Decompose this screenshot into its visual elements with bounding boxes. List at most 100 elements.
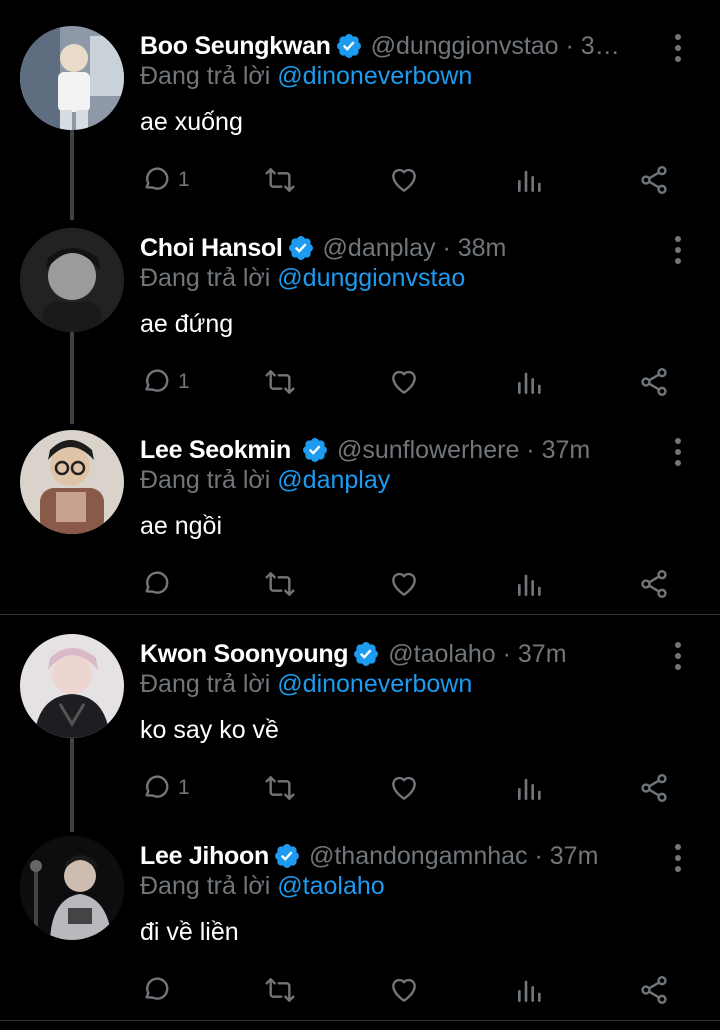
tweet-header: Choi Hansol @danplay · 38m xyxy=(140,230,660,266)
action-bar: 1 xyxy=(140,160,680,200)
tweet-text: đi về liền xyxy=(140,918,239,946)
author-name[interactable]: Lee Jihoon xyxy=(140,842,269,871)
replying-to: Đang trả lời @dinoneverbown xyxy=(140,62,472,91)
tweet[interactable]: Choi Hansol @danplay · 38m Đang trả lời … xyxy=(0,228,720,424)
tweet-header: Boo Seungkwan @dunggionvstao · 3… xyxy=(140,28,660,64)
reply-icon xyxy=(145,977,169,1000)
retweet-icon xyxy=(265,572,295,596)
more-icon[interactable] xyxy=(668,436,688,468)
author-handle[interactable]: @taolaho · 37m xyxy=(388,640,566,669)
mention-link[interactable]: @dinoneverbown xyxy=(277,670,472,698)
views-icon xyxy=(518,778,541,800)
mention-link[interactable]: @taolaho xyxy=(277,872,384,900)
author-name[interactable]: Lee Seokmin xyxy=(140,436,291,465)
avatar[interactable] xyxy=(20,634,124,738)
share-button[interactable] xyxy=(638,362,670,402)
tweet-text: ae xuống xyxy=(140,108,243,136)
author-handle[interactable]: @sunflowerhere · 37m xyxy=(337,436,590,465)
replying-to: Đang trả lời @dunggionvstao xyxy=(140,264,465,293)
retweet-icon xyxy=(265,370,295,394)
tweet-header: Lee Seokmin @sunflowerhere · 37m xyxy=(140,432,660,468)
retweet-button[interactable] xyxy=(264,970,302,1010)
replying-to: Đang trả lời @taolaho xyxy=(140,872,385,901)
like-button[interactable] xyxy=(388,160,426,200)
more-icon[interactable] xyxy=(668,842,688,874)
share-icon xyxy=(641,976,667,1004)
views-button[interactable] xyxy=(514,768,546,808)
retweet-button[interactable] xyxy=(264,768,302,808)
replying-prefix: Đang trả lời xyxy=(140,670,278,698)
mention-link[interactable]: @danplay xyxy=(277,466,390,494)
divider xyxy=(0,614,720,615)
like-button[interactable] xyxy=(388,768,426,808)
action-bar: 1 xyxy=(140,768,680,808)
reply-count: 1 xyxy=(178,168,190,191)
views-button[interactable] xyxy=(514,160,546,200)
author-handle[interactable]: @thandongamnhac · 37m xyxy=(309,842,598,871)
avatar[interactable] xyxy=(20,228,124,332)
share-button[interactable] xyxy=(638,564,670,604)
views-icon xyxy=(518,574,541,596)
tweet[interactable]: Lee Jihoon @thandongamnhac · 37m Đang tr… xyxy=(0,836,720,1026)
tweet-header: Lee Jihoon @thandongamnhac · 37m xyxy=(140,838,660,874)
share-button[interactable] xyxy=(638,768,670,808)
verified-badge-icon xyxy=(288,236,313,260)
reply-button[interactable]: 1 xyxy=(140,768,190,808)
share-button[interactable] xyxy=(638,160,670,200)
reply-button[interactable]: 1 xyxy=(140,362,190,402)
avatar[interactable] xyxy=(20,836,124,940)
thread-line xyxy=(70,130,74,220)
author-handle[interactable]: @danplay · 38m xyxy=(323,234,507,263)
reply-button[interactable] xyxy=(140,970,178,1010)
reply-button[interactable]: 1 xyxy=(140,160,190,200)
avatar[interactable] xyxy=(20,430,124,534)
author-name[interactable]: Choi Hansol xyxy=(140,234,283,263)
replying-prefix: Đang trả lời xyxy=(140,466,278,494)
action-bar xyxy=(140,564,680,604)
thread-line xyxy=(70,332,74,424)
replying-to: Đang trả lời @danplay xyxy=(140,466,390,495)
more-icon[interactable] xyxy=(668,234,688,266)
retweet-button[interactable] xyxy=(264,160,302,200)
reply-button[interactable] xyxy=(140,564,178,604)
views-icon xyxy=(518,980,541,1002)
divider xyxy=(0,1020,720,1021)
mention-link[interactable]: @dinoneverbown xyxy=(277,62,472,90)
retweet-icon xyxy=(265,978,295,1002)
retweet-icon xyxy=(265,168,295,192)
author-handle[interactable]: @dunggionvstao · 3… xyxy=(371,32,620,61)
retweet-button[interactable] xyxy=(264,564,302,604)
like-button[interactable] xyxy=(388,564,426,604)
verified-badge-icon xyxy=(302,438,327,462)
replying-prefix: Đang trả lời xyxy=(140,62,278,90)
author-name[interactable]: Kwon Soonyoung xyxy=(140,640,349,669)
views-button[interactable] xyxy=(514,362,546,402)
share-icon xyxy=(641,166,667,194)
retweet-button[interactable] xyxy=(264,362,302,402)
heart-icon xyxy=(392,370,416,394)
reply-icon xyxy=(145,167,169,190)
share-button[interactable] xyxy=(638,970,670,1010)
action-bar: 1 xyxy=(140,362,680,402)
retweet-icon xyxy=(265,776,295,800)
avatar[interactable] xyxy=(20,26,124,130)
tweet[interactable]: Kwon Soonyoung @taolaho · 37m Đang trả l… xyxy=(0,634,720,832)
thread-line xyxy=(70,738,74,832)
mention-link[interactable]: @dunggionvstao xyxy=(277,264,465,292)
share-icon xyxy=(641,774,667,802)
reply-icon xyxy=(145,571,169,594)
tweet-text: ae ngồi xyxy=(140,512,223,540)
heart-icon xyxy=(392,572,416,596)
like-button[interactable] xyxy=(388,362,426,402)
verified-badge-icon xyxy=(275,844,299,868)
more-icon[interactable] xyxy=(668,32,688,64)
verified-badge-icon xyxy=(336,34,361,58)
views-icon xyxy=(518,170,541,192)
tweet[interactable]: Lee Seokmin @sunflowerhere · 37m Đang tr… xyxy=(0,430,720,620)
like-button[interactable] xyxy=(388,970,426,1010)
author-name[interactable]: Boo Seungkwan xyxy=(140,32,331,61)
tweet[interactable]: Boo Seungkwan @dunggionvstao · 3… Đang t… xyxy=(0,26,720,220)
views-button[interactable] xyxy=(514,564,546,604)
views-button[interactable] xyxy=(514,970,546,1010)
more-icon[interactable] xyxy=(668,640,688,672)
